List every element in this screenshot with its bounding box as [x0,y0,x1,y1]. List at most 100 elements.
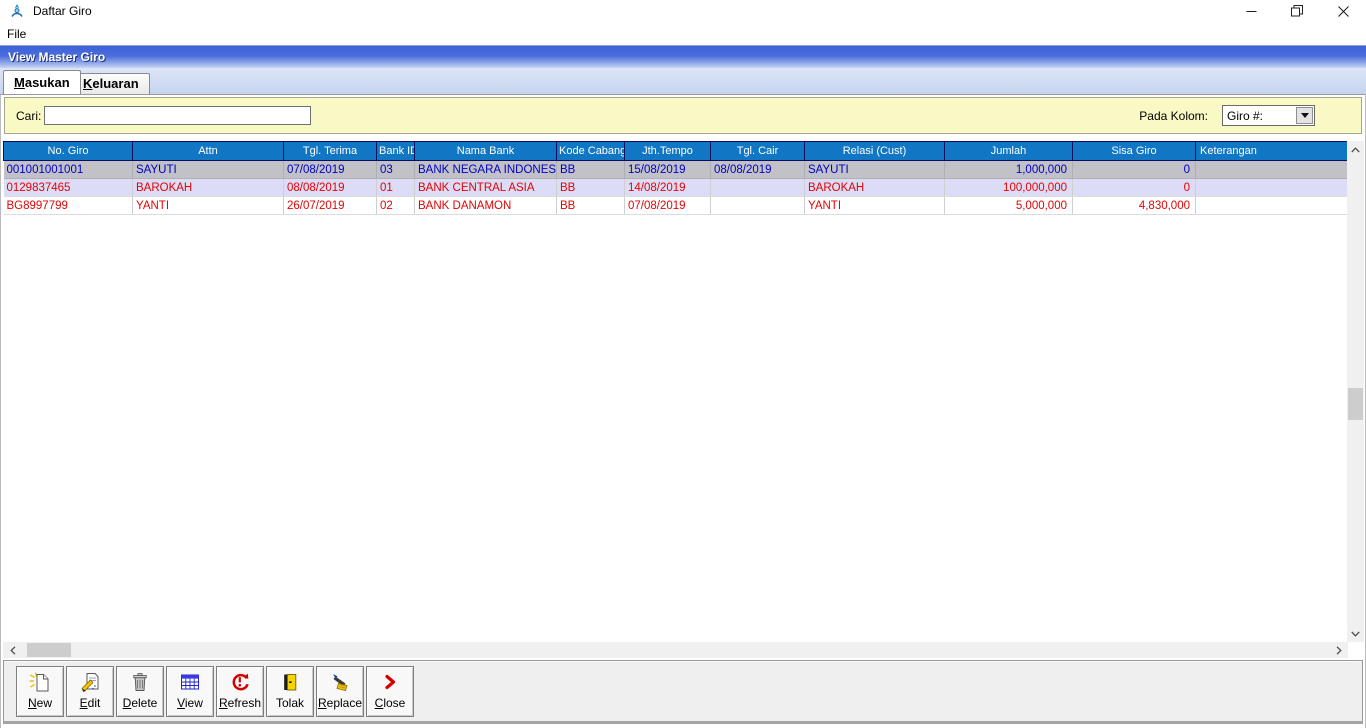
button-label: Edit [80,696,101,710]
chevron-left-icon [10,646,16,655]
cell-keterangan[interactable] [1196,197,1349,215]
cell-no-giro[interactable]: BG8997799 [4,197,133,215]
cell-bank-id[interactable]: 03 [377,161,415,179]
column-header-kode-cabang[interactable]: Kode Cabang [557,142,625,161]
cell-tgl-cair[interactable]: 08/08/2019 [711,161,805,179]
vertical-scrollbar-thumb[interactable] [1348,388,1363,420]
vertical-scrollbar[interactable] [1347,141,1364,642]
chevron-down-icon [1301,113,1309,118]
toolbar: New Edit Delete [3,660,1363,724]
hand-pen-icon [329,671,351,693]
chevron-right-icon [1336,646,1342,655]
trash-icon [129,671,151,693]
cell-tgl-cair[interactable] [711,179,805,197]
column-filter-combobox[interactable]: Giro #: [1222,105,1315,126]
tab-keluaran[interactable]: Keluaran [72,73,150,94]
edit-button[interactable]: Edit [66,666,114,717]
search-label: Cari: [16,109,41,123]
tolak-button[interactable]: Tolak [266,666,314,717]
cell-sisa-giro[interactable]: 0 [1073,179,1196,197]
search-input[interactable] [44,106,311,125]
column-header-jumlah[interactable]: Jumlah [945,142,1073,161]
column-header-relasi-cust[interactable]: Relasi (Cust) [805,142,945,161]
window-title: Daftar Giro [33,4,92,18]
menubar: File [0,22,1366,45]
button-label: Replace [318,696,362,710]
cell-jumlah[interactable]: 100,000,000 [945,179,1073,197]
column-header-no-giro[interactable]: No. Giro [4,142,133,161]
cell-attn[interactable]: BAROKAH [133,179,284,197]
cell-bank-id[interactable]: 01 [377,179,415,197]
cell-tgl-terima[interactable]: 08/08/2019 [284,179,377,197]
cell-jumlah[interactable]: 1,000,000 [945,161,1073,179]
scroll-up-button[interactable] [1347,141,1364,158]
close-form-button[interactable]: Close [366,666,414,717]
cell-tgl-terima[interactable]: 26/07/2019 [284,197,377,215]
cell-attn[interactable]: SAYUTI [133,161,284,179]
column-header-bank-id[interactable]: Bank ID [377,142,415,161]
column-header-nama-bank[interactable]: Nama Bank [415,142,557,161]
panel-caption-text: View Master Giro [0,50,105,64]
chevron-down-icon [1351,631,1360,637]
column-header-sisa-giro[interactable]: Sisa Giro [1073,142,1196,161]
grid-row[interactable]: 0129837465 BAROKAH 08/08/2019 01 BANK CE… [4,179,1349,197]
cell-relasi[interactable]: SAYUTI [805,161,945,179]
refresh-icon [229,671,251,693]
application-window: Daftar Giro File View Master Giro Masuka… [0,0,1366,728]
delete-button[interactable]: Delete [116,666,164,717]
cell-attn[interactable]: YANTI [133,197,284,215]
scroll-right-button[interactable] [1329,642,1348,658]
view-button[interactable]: View [166,666,214,717]
cell-bank-id[interactable]: 02 [377,197,415,215]
filter-panel: Cari: Pada Kolom: Giro #: [4,97,1362,134]
button-label: Tolak [276,696,304,710]
horizontal-scrollbar-thumb[interactable] [27,643,71,657]
panel-caption-bar: View Master Giro [0,45,1366,68]
cell-nama-bank[interactable]: BANK NEGARA INDONESIA [415,161,557,179]
column-header-tgl-cair[interactable]: Tgl. Cair [711,142,805,161]
cell-sisa-giro[interactable]: 0 [1073,161,1196,179]
menu-item-file[interactable]: File [0,24,33,44]
combobox-dropdown-button[interactable] [1296,107,1313,124]
replace-button[interactable]: Replace [316,666,364,717]
cell-jth-tempo[interactable]: 15/08/2019 [625,161,711,179]
column-header-jth-tempo[interactable]: Jth.Tempo [625,142,711,161]
column-header-attn[interactable]: Attn [133,142,284,161]
minimize-icon [1246,6,1257,17]
cell-no-giro[interactable]: 0129837465 [4,179,133,197]
cell-kode-cabang[interactable]: BB [557,161,625,179]
cell-nama-bank[interactable]: BANK CENTRAL ASIA [415,179,557,197]
cell-kode-cabang[interactable]: BB [557,179,625,197]
close-button[interactable] [1320,0,1366,22]
cell-sisa-giro[interactable]: 4,830,000 [1073,197,1196,215]
door-icon [279,671,301,693]
column-header-keterangan[interactable]: Keterangan [1196,142,1349,161]
button-label: Delete [123,696,158,710]
cell-nama-bank[interactable]: BANK DANAMON [415,197,557,215]
column-header-tgl-terima[interactable]: Tgl. Terima [284,142,377,161]
refresh-button[interactable]: Refresh [216,666,264,717]
column-filter-value: Giro #: [1223,109,1296,123]
grid-row-selected[interactable]: 001001001001 SAYUTI 07/08/2019 03 BANK N… [4,161,1349,179]
new-button[interactable]: New [16,666,64,717]
cell-kode-cabang[interactable]: BB [557,197,625,215]
cell-tgl-cair[interactable] [711,197,805,215]
cell-jth-tempo[interactable]: 14/08/2019 [625,179,711,197]
cell-tgl-terima[interactable]: 07/08/2019 [284,161,377,179]
titlebar: Daftar Giro [0,0,1366,22]
cell-relasi[interactable]: BAROKAH [805,179,945,197]
cell-keterangan[interactable] [1196,179,1349,197]
cell-jth-tempo[interactable]: 07/08/2019 [625,197,711,215]
cell-no-giro[interactable]: 001001001001 [4,161,133,179]
close-arrow-icon [379,671,401,693]
restore-button[interactable] [1274,0,1320,22]
tab-masukan[interactable]: Masukan [3,70,81,94]
minimize-button[interactable] [1228,0,1274,22]
cell-jumlah[interactable]: 5,000,000 [945,197,1073,215]
grid-row[interactable]: BG8997799 YANTI 26/07/2019 02 BANK DANAM… [4,197,1349,215]
cell-keterangan[interactable] [1196,161,1349,179]
scroll-left-button[interactable] [3,642,22,658]
scroll-down-button[interactable] [1347,625,1364,642]
cell-relasi[interactable]: YANTI [805,197,945,215]
horizontal-scrollbar[interactable] [3,642,1348,658]
